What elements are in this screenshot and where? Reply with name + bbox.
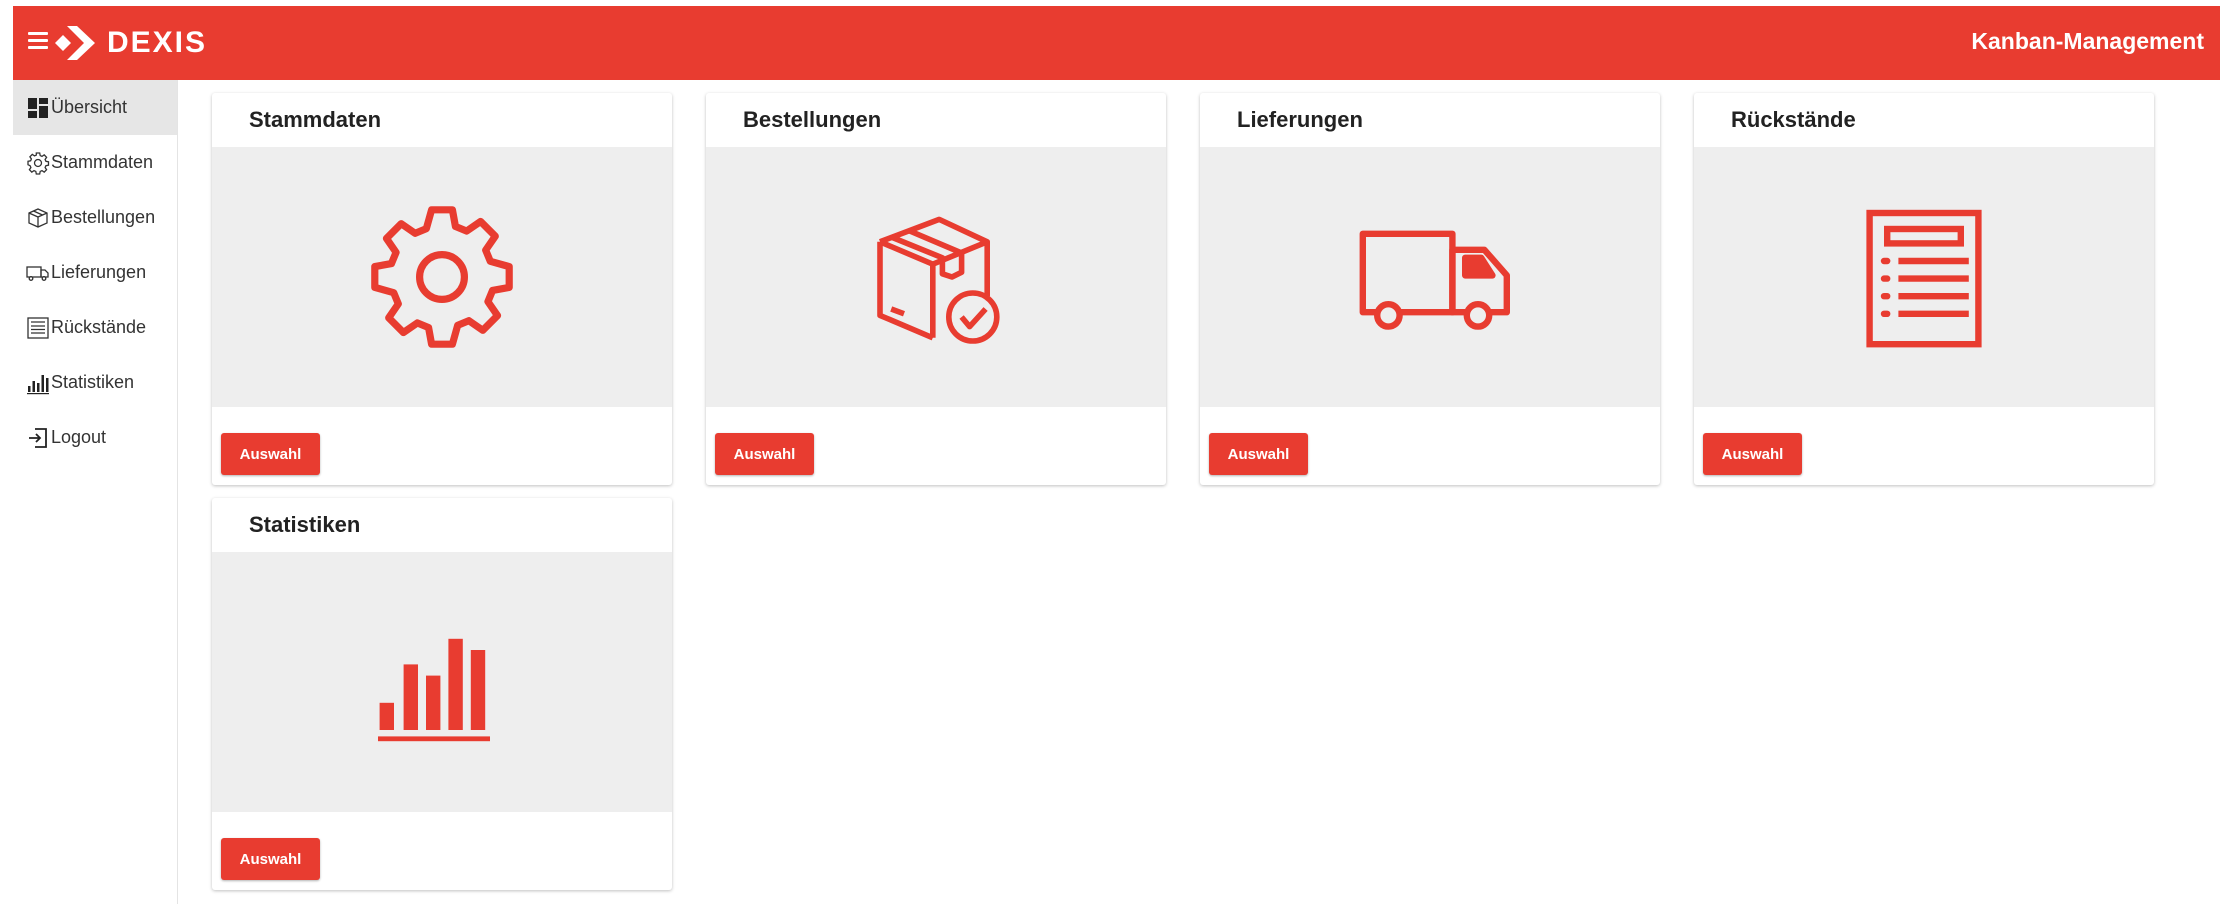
box-icon [28,207,48,228]
truck-icon [1359,230,1510,330]
card-media [706,147,1166,407]
auswahl-button[interactable]: Auswahl [221,433,320,475]
sidebar-item-lieferungen[interactable]: Lieferungen [13,245,177,300]
brand-name: DEXIS [107,26,208,59]
menu-icon[interactable] [28,32,50,50]
sidebar-item-label: Stammdaten [51,152,154,172]
app-bar: DEXIS Kanban-Management [13,6,2220,80]
card-stammdaten: Stammdaten Auswahl [212,93,672,485]
card-rueckstaende: Rückstände Auswahl [1694,93,2154,485]
bar-chart-icon [27,374,49,394]
card-media [212,552,672,812]
dexis-logo-icon [55,26,95,60]
sidebar-item-stammdaten[interactable]: Stammdaten [13,135,177,190]
brand-logo[interactable]: DEXIS [53,20,207,66]
box-check-icon [877,216,1000,344]
logout-icon [29,427,47,448]
sidebar-item-label: Rückstände [51,317,147,337]
document-list-icon [1866,209,1982,348]
sidebar-item-bestellungen[interactable]: Bestellungen [13,190,177,245]
sidebar-item-label: Statistiken [51,372,135,392]
auswahl-button[interactable]: Auswahl [1209,433,1308,475]
sidebar: Übersicht Stammdaten Bestellungen Liefer… [13,80,178,904]
sidebar-item-label: Logout [51,427,107,447]
sidebar-item-uebersicht[interactable]: Übersicht [13,80,177,135]
sidebar-item-statistiken[interactable]: Statistiken [13,355,177,410]
gear-icon [371,206,513,348]
card-title: Lieferungen [1237,107,1363,132]
card-title: Statistiken [249,512,361,537]
card-media [212,147,672,407]
card-media [1694,147,2154,407]
gear-icon [27,151,50,175]
auswahl-button[interactable]: Auswahl [1703,433,1802,475]
sidebar-item-logout[interactable]: Logout [13,410,177,465]
truck-icon [26,265,49,281]
card-title: Bestellungen [743,107,882,132]
app-title: Kanban-Management [1971,28,2204,54]
sidebar-item-label: Bestellungen [51,207,156,227]
card-media [1200,147,1660,407]
card-title: Stammdaten [249,107,382,132]
card-lieferungen: Lieferungen Auswahl [1200,93,1660,485]
card-title: Rückstände [1731,107,1856,132]
dashboard-icon [28,97,48,118]
auswahl-button[interactable]: Auswahl [715,433,814,475]
card-bestellungen: Bestellungen Auswahl [706,93,1166,485]
auswahl-button[interactable]: Auswahl [221,838,320,880]
sidebar-item-label: Lieferungen [51,262,147,282]
sidebar-item-rueckstaende[interactable]: Rückstände [13,300,177,355]
bar-chart-icon [378,638,490,742]
list-icon [27,316,49,339]
sidebar-item-label: Übersicht [51,97,128,117]
card-statistiken: Statistiken Auswahl [212,498,672,890]
